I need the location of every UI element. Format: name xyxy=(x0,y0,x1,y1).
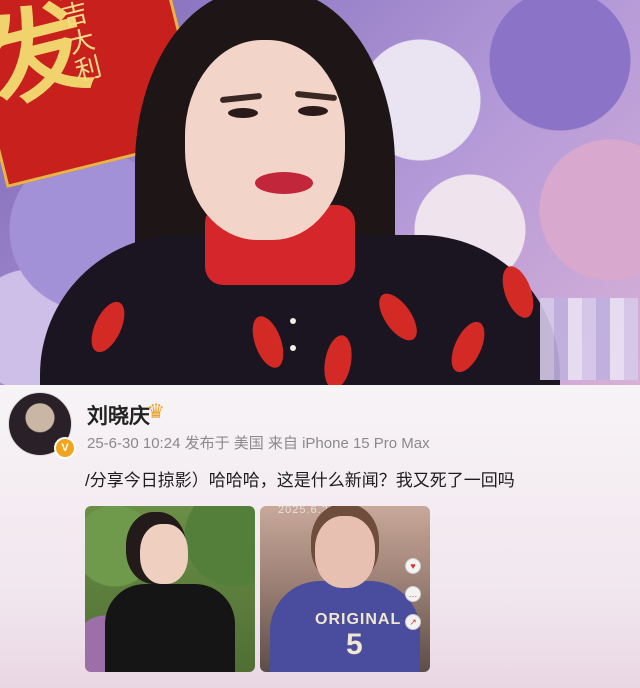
photo-caption: 2025.6.28 xyxy=(278,506,336,516)
shirt-number: 5 xyxy=(346,628,363,661)
photo-subject-head xyxy=(315,516,375,588)
share-icon: ↗ xyxy=(405,614,421,630)
post-photo-1[interactable] xyxy=(85,506,255,672)
lips xyxy=(255,172,313,194)
comment-icon: … xyxy=(405,586,421,602)
post-meta: 25-6-30 10:24 发布于 美国 来自 iPhone 15 Pro Ma… xyxy=(87,435,430,452)
shirt-print: ORIGINAL xyxy=(315,611,402,628)
post-photo-2[interactable]: 2025.6.28 ORIGINAL 5 ♥ … ↗ xyxy=(260,506,430,672)
crown-icon: ♛ xyxy=(147,401,165,423)
video-still: 发 大吉大利 xyxy=(0,0,640,385)
heart-icon: ♥ xyxy=(405,558,421,574)
blouse-button xyxy=(290,345,296,351)
photo-subject-body xyxy=(105,584,235,672)
weibo-post-card: V 刘晓庆 ♛ 25-6-30 10:24 发布于 美国 来自 iPhone 1… xyxy=(0,385,640,688)
app-side-icons: ♥ … ↗ xyxy=(405,558,423,630)
verified-icon: V xyxy=(54,437,76,459)
face xyxy=(185,40,345,240)
eye xyxy=(228,108,258,118)
username[interactable]: 刘晓庆 xyxy=(87,400,150,430)
eye xyxy=(298,106,328,116)
mosaic-watermark xyxy=(540,298,638,380)
photo-subject-head xyxy=(140,524,188,584)
post-text: /分享今日掠影）哈哈哈，这是什么新闻？我又死了一回吗 xyxy=(85,471,515,490)
blouse-button xyxy=(290,318,296,324)
